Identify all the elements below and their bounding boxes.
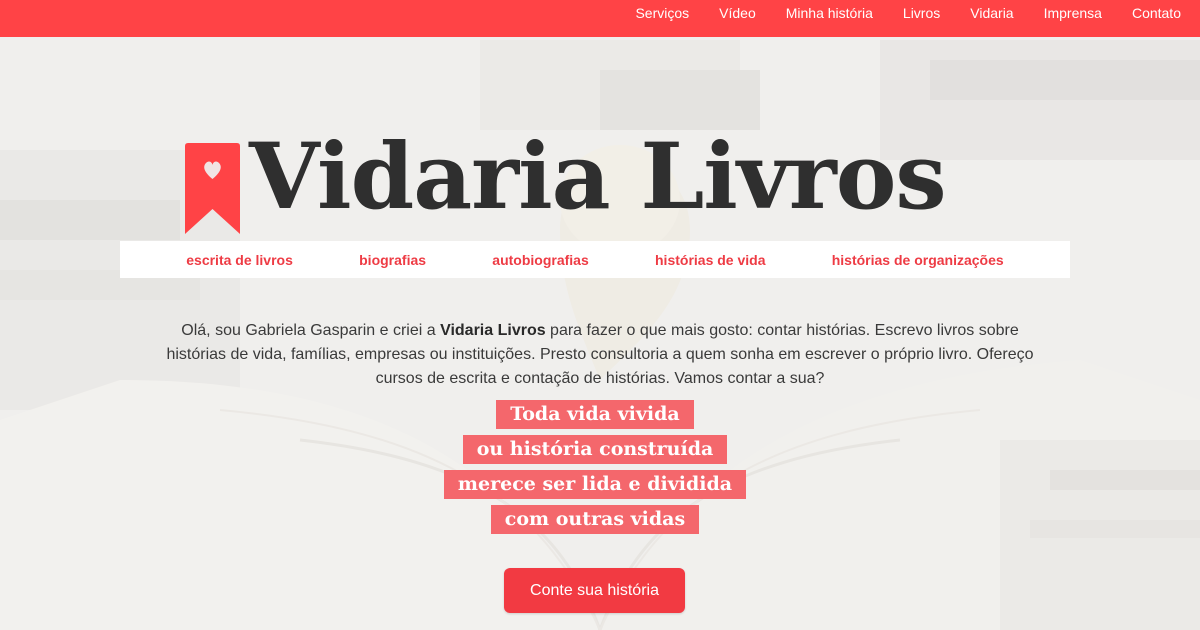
category-biografias[interactable]: biografias bbox=[359, 252, 426, 268]
brand-title: Vidaria Livros bbox=[249, 124, 947, 230]
quote-line: com outras vidas bbox=[490, 505, 700, 534]
quote-block: Toda vida vivida ou história construída … bbox=[0, 400, 1190, 540]
intro-paragraph: Olá, sou Gabriela Gasparin e criei a Vid… bbox=[150, 319, 1050, 391]
nav-item-minha-historia[interactable]: Minha história bbox=[786, 0, 873, 26]
category-historias-de-organizacoes[interactable]: histórias de organizações bbox=[832, 252, 1004, 268]
categories-bar: escrita de livros biografias autobiograf… bbox=[120, 241, 1070, 278]
intro-text-before: Olá, sou Gabriela Gasparin e criei a bbox=[181, 322, 441, 339]
nav-item-vidaria[interactable]: Vidaria bbox=[970, 0, 1013, 26]
nav-item-livros[interactable]: Livros bbox=[903, 0, 940, 26]
category-escrita-de-livros[interactable]: escrita de livros bbox=[186, 252, 293, 268]
brand-logo: Vidaria Livros bbox=[185, 124, 1015, 234]
quote-line: Toda vida vivida bbox=[496, 400, 694, 429]
nav-item-servicos[interactable]: Serviços bbox=[635, 0, 689, 26]
conte-sua-historia-button[interactable]: Conte sua história bbox=[504, 568, 685, 613]
intro-brand-name: Vidaria Livros bbox=[440, 322, 546, 339]
bookmark-heart-icon bbox=[185, 143, 240, 234]
nav-menu: Serviços Vídeo Minha história Livros Vid… bbox=[605, 0, 1181, 26]
nav-item-imprensa[interactable]: Imprensa bbox=[1044, 0, 1102, 26]
category-autobiografias[interactable]: autobiografias bbox=[492, 252, 588, 268]
nav-item-contato[interactable]: Contato bbox=[1132, 0, 1181, 26]
category-historias-de-vida[interactable]: histórias de vida bbox=[655, 252, 765, 268]
top-navigation: Serviços Vídeo Minha história Livros Vid… bbox=[0, 0, 1200, 37]
nav-item-video[interactable]: Vídeo bbox=[719, 0, 756, 26]
quote-line: ou história construída bbox=[462, 435, 728, 464]
quote-line: merece ser lida e dividida bbox=[443, 470, 747, 499]
